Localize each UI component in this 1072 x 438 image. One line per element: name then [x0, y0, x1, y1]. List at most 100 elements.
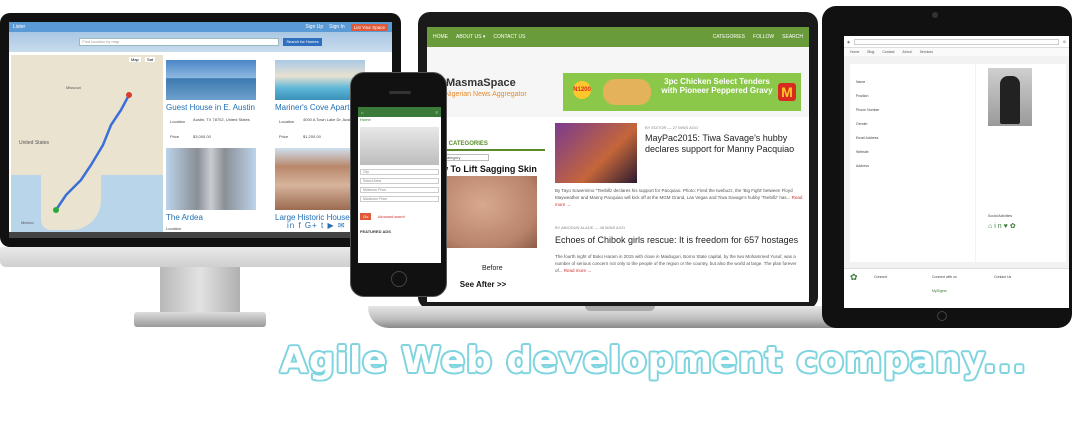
- imac-stand: [160, 267, 240, 315]
- search-homes-button[interactable]: Search for Homes: [283, 38, 322, 46]
- nav-categories[interactable]: CATEGORIES: [713, 34, 745, 40]
- social-icons[interactable]: ⌂in♥✿: [988, 222, 1018, 230]
- listing-location-label: Location: [170, 119, 186, 124]
- banner-ad[interactable]: N1200 3pc Chicken Select Tenders with Pi…: [563, 73, 801, 111]
- city-field[interactable]: City: [360, 169, 439, 175]
- laptop: HOME ABOUT US ▾ CONTACT US CATEGORIES FO…: [418, 12, 818, 309]
- map-type-sat[interactable]: Sat: [145, 57, 156, 62]
- imac-monitor: Lister Sign Up Sign In List Your Space F…: [0, 13, 401, 247]
- profile-photo: [988, 68, 1032, 126]
- nav-about[interactable]: ABOUT US ▾: [456, 34, 485, 40]
- detail-row: Gender: [856, 122, 868, 126]
- listing-thumb[interactable]: [166, 148, 256, 210]
- footer-logo-icon: ✿: [850, 272, 858, 282]
- list-space-button[interactable]: List Your Space: [350, 23, 388, 31]
- map-type-map[interactable]: Map: [129, 57, 141, 62]
- footer-col: Contact Us: [994, 275, 1012, 279]
- imac-chin: [0, 247, 401, 267]
- post-body: The fourth night of Boko Haram in 2015 w…: [555, 254, 797, 273]
- map-label-mexico: Mexico: [21, 220, 34, 225]
- phone-speaker: [389, 91, 411, 94]
- listing-title[interactable]: Guest House in E. Austin: [166, 103, 255, 112]
- advanced-search-link[interactable]: Advanced search: [378, 215, 405, 219]
- footer-brand[interactable]: MyDigest: [932, 289, 947, 294]
- person-silhouette: [1000, 76, 1020, 124]
- read-more-link[interactable]: Read more →: [564, 268, 592, 273]
- phone-logo-icon[interactable]: ⌂: [361, 110, 363, 115]
- post-title[interactable]: MayPac2015: Tiwa Savage's hubby declares…: [645, 133, 805, 155]
- logo-text: MasmaSpace: [446, 77, 516, 89]
- ad-price-badge: N1200: [573, 81, 591, 99]
- signin-link[interactable]: Sign In: [329, 24, 345, 30]
- tablet: ◉ ⚙ Home Blog Contact About Services Nam…: [822, 6, 1072, 328]
- tablet-home-button[interactable]: [937, 311, 947, 321]
- listing-brand[interactable]: Lister: [13, 24, 25, 30]
- detail-row: Email Address: [856, 136, 879, 140]
- news-navbar: HOME ABOUT US ▾ CONTACT US CATEGORIES FO…: [427, 27, 809, 47]
- detail-row: Address: [856, 164, 869, 168]
- listing-location-label: Location: [166, 226, 182, 231]
- listing-footer: [9, 232, 392, 238]
- go-button[interactable]: Go: [360, 213, 372, 220]
- nav-home[interactable]: HOME: [433, 34, 448, 40]
- detail-row: Phone Number: [856, 108, 880, 112]
- listing-title[interactable]: Mariner's Cove Apart...: [275, 103, 356, 112]
- max-price-field[interactable]: Maximum Price: [360, 196, 439, 202]
- tablet-logo-icon: ◉: [847, 39, 851, 44]
- tablet-browser-bar: ◉ ⚙: [844, 36, 1069, 48]
- phone-home-button[interactable]: [391, 271, 407, 287]
- signup-link[interactable]: Sign Up: [305, 24, 323, 30]
- map-label-missouri: Missouri: [66, 85, 81, 90]
- listing-price: $1,200.00: [303, 134, 321, 139]
- footer-col: Connect with us: [932, 275, 957, 279]
- mcdonalds-logo-icon: M: [778, 83, 796, 101]
- logo-tagline: Nigerian News Aggregator: [445, 91, 527, 98]
- hamburger-menu-icon[interactable]: ≡: [436, 110, 438, 115]
- promo-before-label: Before: [482, 265, 503, 272]
- tablet-nav-item[interactable]: Blog: [867, 50, 874, 54]
- nav-search[interactable]: SEARCH: [782, 34, 803, 40]
- area-select[interactable]: Select Area: [360, 178, 439, 184]
- tablet-site-screen: ◉ ⚙ Home Blog Contact About Services Nam…: [844, 36, 1069, 308]
- tablet-nav: Home Blog Contact About Services: [844, 48, 1069, 56]
- listing-site-screen: Lister Sign Up Sign In List Your Space F…: [9, 22, 392, 238]
- tablet-nav-item[interactable]: Home: [850, 50, 859, 54]
- post-body: By Tayo Sowemimo "Teebillz declares his …: [555, 188, 803, 207]
- listing-map[interactable]: Missouri United States Mexico Map Sat: [11, 55, 163, 233]
- device-mockup-banner: Lister Sign Up Sign In List Your Space F…: [0, 0, 1072, 438]
- profile-details-panel: Name Position Phone Number Gender Email …: [850, 64, 975, 262]
- min-price-field[interactable]: Minimum Price: [360, 187, 439, 193]
- tablet-footer: ✿ Connect Connect with us Contact Us MyD…: [844, 268, 1069, 308]
- phone-topbar: ⌂ ≡: [358, 107, 441, 117]
- listing-search-bar: Find location by map Search for Homes: [9, 32, 392, 52]
- tagline: Agile Web development company...: [280, 340, 1028, 381]
- tablet-nav-item[interactable]: Services: [920, 50, 933, 54]
- tablet-nav-item[interactable]: About: [902, 50, 911, 54]
- nav-contact[interactable]: CONTACT US: [493, 34, 525, 40]
- post-image[interactable]: [555, 123, 637, 183]
- detail-row: Name: [856, 80, 866, 84]
- social-icons[interactable]: in f G+ t ▶ ✉: [287, 221, 346, 230]
- listing-thumb[interactable]: [166, 60, 256, 100]
- tablet-url-bar[interactable]: [854, 38, 1059, 45]
- detail-row: Website: [856, 150, 869, 154]
- listing-navbar: Lister Sign Up Sign In List Your Space: [9, 22, 392, 32]
- news-site-screen: HOME ABOUT US ▾ CONTACT US CATEGORIES FO…: [427, 27, 809, 302]
- listing-title[interactable]: The Ardea: [166, 213, 203, 222]
- news-post: BY ABIODUN ALADE — 48 MINS AGO Echoes of…: [555, 223, 805, 301]
- tablet-menu-icon[interactable]: ⚙: [1063, 40, 1066, 44]
- tablet-nav-item[interactable]: Contact: [882, 50, 894, 54]
- post-title[interactable]: Echoes of Chibok girls rescue: It is fre…: [555, 235, 805, 246]
- smartphone: ⌂ ≡ Home City Select Area Minimum Price …: [350, 72, 447, 297]
- nav-follow[interactable]: FOLLOW: [753, 34, 774, 40]
- tablet-camera: [932, 12, 938, 18]
- footer-col: Connect: [874, 275, 888, 279]
- social-caption: Social Activities: [988, 214, 1013, 218]
- ad-food-image: [603, 79, 651, 105]
- post-meta: BY EDITOR — 27 MINS AGO: [645, 125, 698, 130]
- phone-breadcrumb[interactable]: Home: [358, 117, 441, 123]
- location-search-input[interactable]: Find location by map: [79, 38, 280, 46]
- listing-location-label: Location: [279, 119, 295, 124]
- imac-foot: [134, 312, 266, 327]
- listing-location: Austin, TX 78702, United States: [193, 117, 250, 122]
